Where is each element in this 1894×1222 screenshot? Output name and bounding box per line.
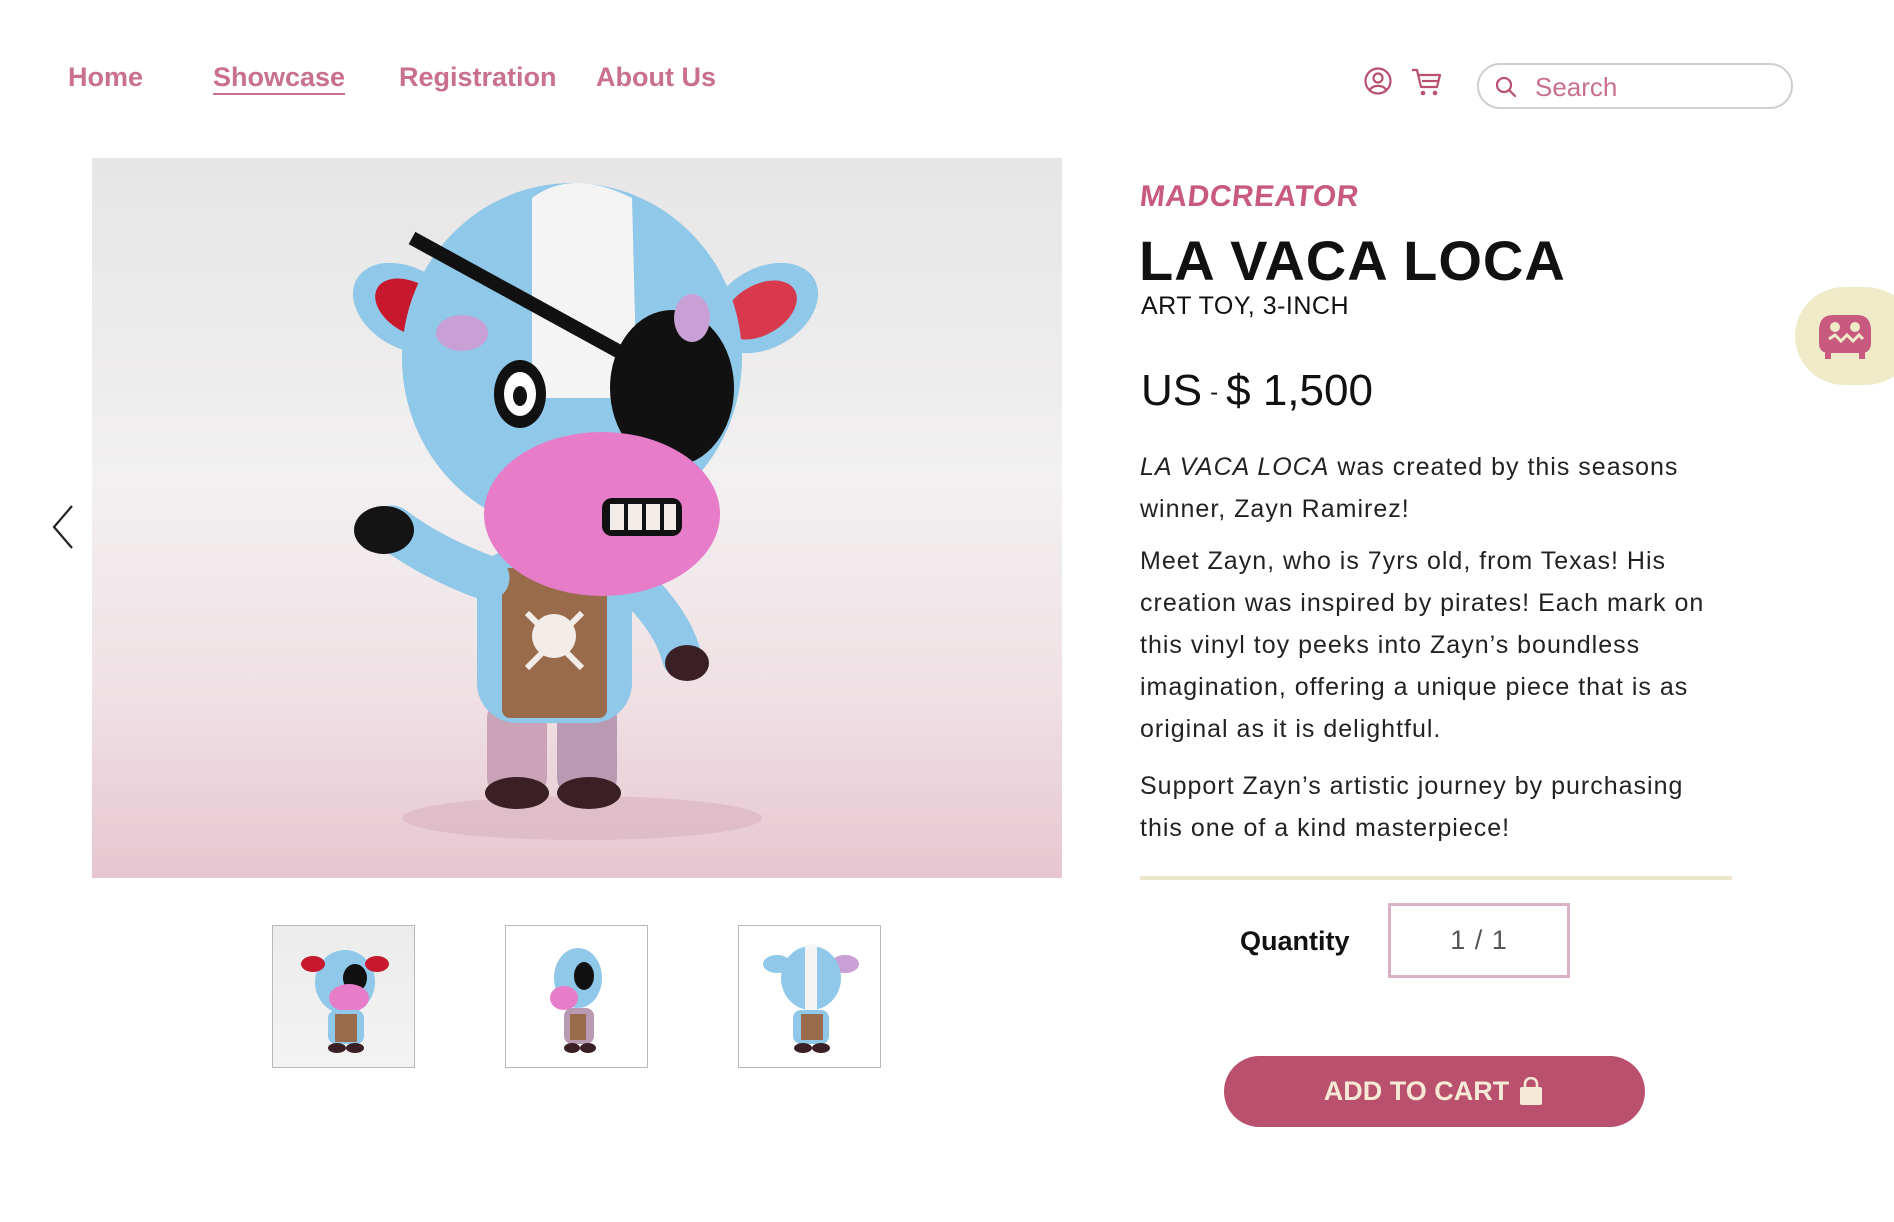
nav-registration-link[interactable]: Registration [399,62,557,93]
divider [1140,876,1732,880]
search-input[interactable] [1533,71,1777,103]
mascot-chat-tab[interactable] [1795,287,1894,385]
description-paragraph-1: LA VACA LOCA was created by this seasons… [1140,446,1730,530]
nav-home-link[interactable]: Home [68,62,143,93]
product-title: LA VACA LOCA [1139,229,1566,292]
thumbnail-2-image [550,948,602,1053]
description-title: LA VACA LOCA [1140,453,1330,481]
thumbnail-1[interactable] [272,925,415,1068]
thumbnail-1-image [301,950,389,1053]
price-separator: - [1210,379,1219,407]
quantity-label: Quantity [1240,926,1350,956]
nav-showcase-link[interactable]: Showcase [213,62,345,93]
thumbnail-2[interactable] [505,925,648,1068]
thumbnail-3-image [763,944,859,1053]
price-amount: $ 1,500 [1226,366,1373,415]
user-circle-icon[interactable] [1363,66,1397,100]
shopping-bag-icon [1520,1076,1543,1105]
search-bar[interactable] [1477,63,1793,109]
product-main-image [92,158,1062,878]
add-to-cart-label: ADD TO CART [1323,1076,1510,1106]
shopping-cart-icon[interactable] [1410,66,1444,100]
thumbnail-3[interactable] [738,925,881,1068]
add-to-cart-button[interactable]: ADD TO CART [1224,1056,1645,1127]
quantity-field[interactable]: 1 / 1 [1388,903,1570,978]
search-icon [1495,76,1517,98]
product-price: US - $ 1,500 [1141,366,1373,416]
description-paragraph-3: Support Zayn’s artistic journey by purch… [1140,772,1684,842]
brand-logo: MADCREATOR [1138,180,1361,213]
product-subtitle: ART TOY, 3-INCH [1141,292,1350,320]
nav-about-link[interactable]: About Us [596,62,716,93]
prev-image-arrow-icon[interactable] [48,502,82,552]
price-currency: US [1141,366,1203,415]
description-paragraph-2: Meet Zayn, who is 7yrs old, from Texas! … [1140,547,1705,743]
monster-mascot-icon [1819,315,1871,359]
